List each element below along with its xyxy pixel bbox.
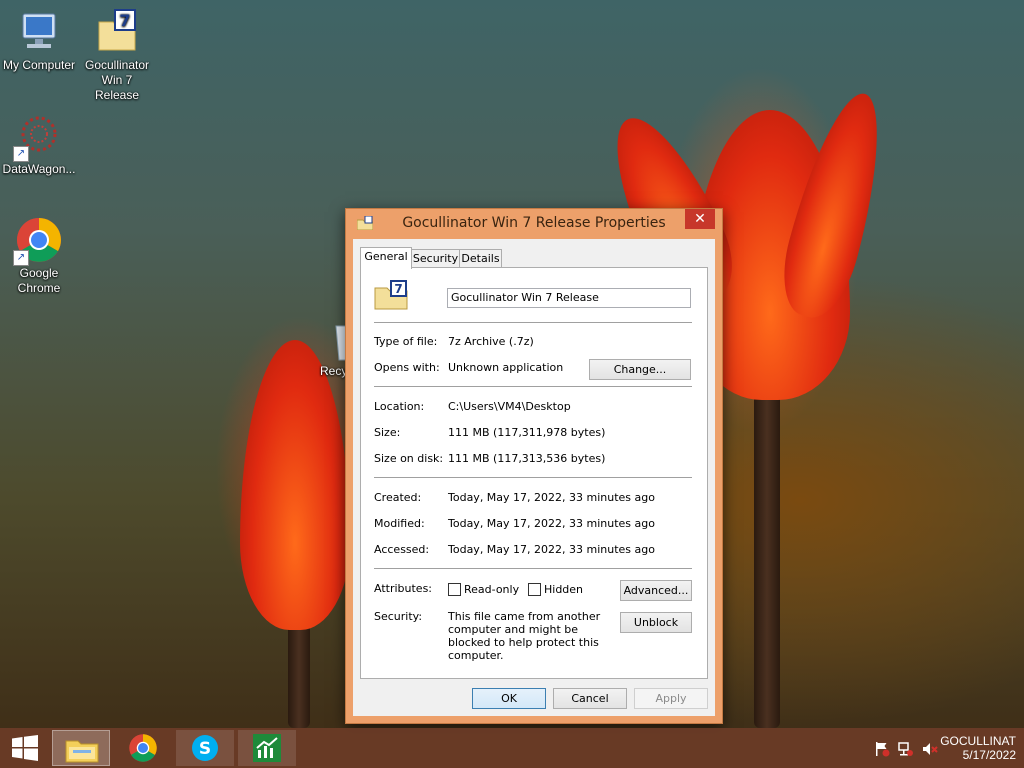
desktop-icon-chrome[interactable]: ↗ Google Chrome (1, 216, 77, 296)
tray-clock[interactable]: GOCULLINAT 5/17/2022 (940, 734, 1016, 762)
desktop-icon-my-computer[interactable]: My Computer (1, 8, 77, 73)
desktop-icon-recycle-bin[interactable]: Recy (308, 322, 359, 379)
tab-details[interactable]: Details (459, 249, 502, 268)
dialog-title: Gocullinator Win 7 Release Properties (402, 215, 666, 231)
opens-with-label: Opens with: (374, 361, 440, 374)
tray-date: 5/17/2022 (962, 748, 1016, 762)
modified-value: Today, May 17, 2022, 33 minutes ago (448, 517, 655, 530)
cancel-button[interactable]: Cancel (553, 688, 627, 709)
desktop-icon-label: Recy (320, 364, 348, 378)
computer-icon (15, 8, 63, 56)
accessed-value: Today, May 17, 2022, 33 minutes ago (448, 543, 655, 556)
chrome-icon: ↗ (13, 216, 63, 266)
taskbar-chart-app[interactable] (238, 730, 296, 766)
taskbar: S GOCULLINAT 5/17/2022 (0, 728, 1024, 768)
change-button[interactable]: Change... (589, 359, 691, 380)
chart-app-icon (253, 734, 281, 762)
read-only-label: Read-only (464, 583, 520, 596)
chrome-icon (129, 734, 157, 762)
size-value: 111 MB (117,311,978 bytes) (448, 426, 606, 439)
general-tab-panel: 7 Gocullinator Win 7 Release Type of fil… (360, 267, 708, 679)
desktop-icon-label: DataWagon... (2, 162, 76, 176)
volume-muted-icon[interactable] (922, 741, 938, 757)
shortcut-arrow-icon: ↗ (13, 146, 29, 162)
shortcut-arrow-icon: ↗ (13, 250, 29, 266)
location-value: C:\Users\VM4\Desktop (448, 400, 571, 413)
file-explorer-icon (65, 740, 99, 763)
type-label: Type of file: (374, 335, 438, 348)
desktop-icon-label: My Computer (2, 58, 76, 72)
svg-text:7: 7 (119, 11, 130, 30)
created-label: Created: (374, 491, 422, 504)
desktop-icon-gocullinator[interactable]: 7 Gocullinator Win 7 Release (79, 8, 155, 103)
apply-button[interactable]: Apply (634, 688, 708, 709)
size-label: Size: (374, 426, 401, 439)
desktop-icon-label: Google Chrome (17, 266, 61, 295)
desktop-icon-label: Gocullinator Win 7 Release (84, 58, 150, 102)
windows-logo-icon (12, 735, 38, 761)
desktop-icon-datawagon[interactable]: ↗ DataWagon... (1, 112, 77, 177)
created-value: Today, May 17, 2022, 33 minutes ago (448, 491, 655, 504)
advanced-button[interactable]: Advanced... (620, 580, 692, 601)
type-value: 7z Archive (.7z) (448, 335, 534, 348)
skype-icon: S (192, 735, 218, 761)
location-label: Location: (374, 400, 425, 413)
7z-archive-icon: 7 (93, 8, 141, 56)
separator (374, 322, 692, 323)
taskbar-skype[interactable]: S (176, 730, 234, 766)
hidden-checkbox[interactable] (528, 583, 541, 596)
action-center-flag-icon[interactable] (874, 741, 890, 757)
modified-label: Modified: (374, 517, 425, 530)
network-icon[interactable] (898, 741, 914, 757)
unblock-button[interactable]: Unblock (620, 612, 692, 633)
svg-text:S: S (199, 739, 211, 759)
start-button[interactable] (0, 728, 50, 768)
datawagon-icon: ↗ (13, 112, 63, 162)
size-on-disk-value: 111 MB (117,313,536 bytes) (448, 452, 606, 465)
close-button[interactable]: ✕ (685, 209, 715, 229)
hidden-label: Hidden (544, 583, 584, 596)
file-name-input[interactable]: Gocullinator Win 7 Release (447, 288, 691, 308)
file-icon: 7 (374, 280, 408, 310)
security-label: Security: (374, 610, 423, 623)
tab-general[interactable]: General (360, 247, 412, 269)
tab-security[interactable]: Security (411, 249, 460, 268)
accessed-label: Accessed: (374, 543, 430, 556)
title-bar[interactable]: Gocullinator Win 7 Release Properties ✕ (346, 209, 722, 239)
taskbar-chrome[interactable] (114, 730, 172, 766)
separator (374, 477, 692, 478)
ok-button[interactable]: OK (472, 688, 546, 709)
properties-dialog: Gocullinator Win 7 Release Properties ✕ … (345, 208, 723, 724)
attributes-label: Attributes: (374, 582, 433, 595)
separator (374, 568, 692, 569)
read-only-checkbox[interactable] (448, 583, 461, 596)
taskbar-file-explorer[interactable] (52, 730, 110, 766)
svg-text:7: 7 (394, 282, 402, 296)
dialog-client-area: General Security Details 7 Gocullinator … (353, 239, 715, 716)
separator (374, 386, 692, 387)
size-on-disk-label: Size on disk: (374, 452, 444, 465)
security-text: This file came from another computer and… (448, 610, 601, 662)
opens-with-value: Unknown application (448, 361, 564, 374)
tray-label: GOCULLINAT (940, 734, 1016, 748)
